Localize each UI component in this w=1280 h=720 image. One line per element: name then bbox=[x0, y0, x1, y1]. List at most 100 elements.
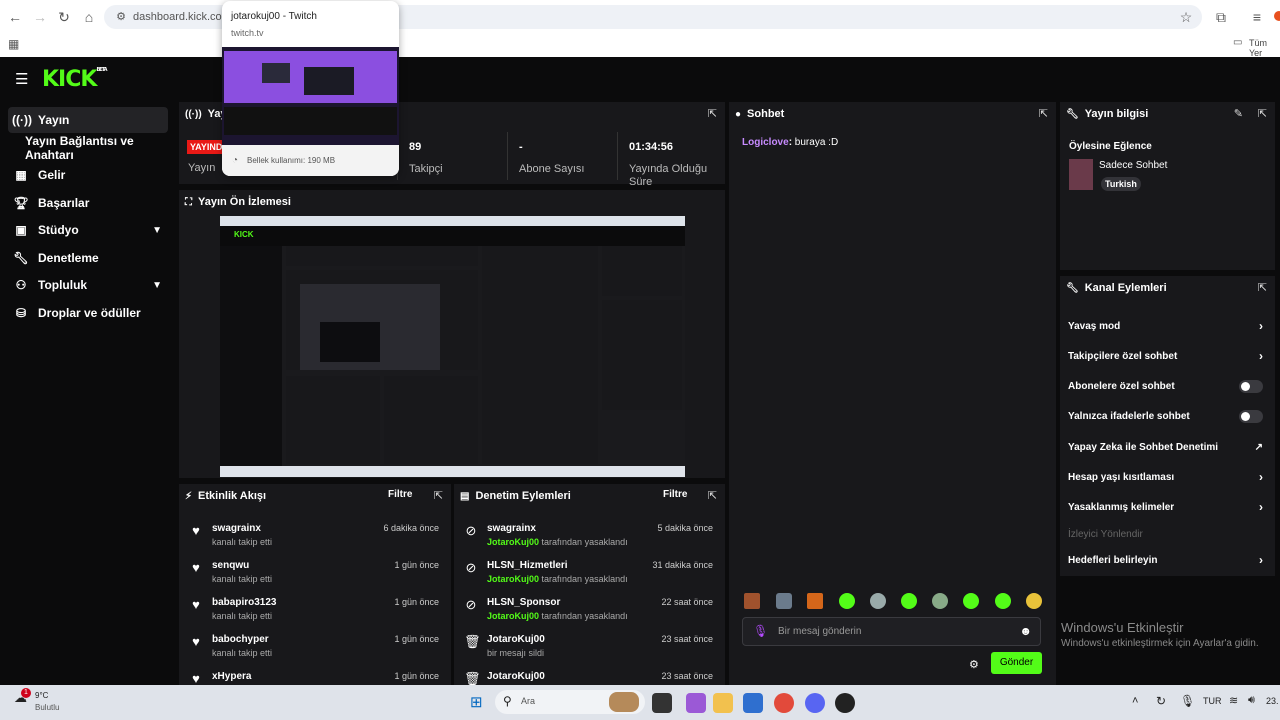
chat-input[interactable]: 🎙︎ Bir mesaj gönderin ☻ bbox=[742, 617, 1041, 646]
action-followers-only[interactable]: Takipçilere özel sohbet › bbox=[1060, 343, 1275, 369]
action-emotes-only: Yalnızca ifadelerle sohbet bbox=[1060, 403, 1275, 429]
popout-icon[interactable]: ⇱ bbox=[1039, 107, 1048, 120]
community-icon: ⚇ bbox=[15, 278, 27, 292]
emote-icon[interactable] bbox=[744, 593, 760, 609]
edit-icon[interactable]: ✎ bbox=[1234, 107, 1243, 120]
store-icon[interactable] bbox=[743, 693, 763, 713]
taskbar-search[interactable]: ⚲ Ara bbox=[495, 690, 645, 714]
emote-icon[interactable] bbox=[839, 593, 855, 609]
ban-icon: ⊘ bbox=[465, 523, 477, 538]
sidebar-item-basarilar[interactable]: 🏆︎ Başarılar bbox=[8, 190, 168, 216]
search-placeholder: Ara bbox=[521, 696, 536, 706]
sidebar-item-studyo[interactable]: ▣ Stüdyo ▼ bbox=[8, 217, 168, 243]
reload-icon[interactable]: ↻ bbox=[55, 8, 73, 26]
activity-feed-panel: ⚡︎ Etkinlik Akışı Filtre ⇱ ♥ swagrainx kana… bbox=[179, 484, 451, 685]
discord-icon[interactable] bbox=[805, 693, 825, 713]
menu-icon[interactable]: ☰ bbox=[15, 70, 28, 88]
emote-icon[interactable] bbox=[901, 593, 917, 609]
wifi-icon[interactable]: ≋ bbox=[1229, 694, 1238, 707]
emoji-icon[interactable]: ☻ bbox=[1019, 624, 1032, 638]
language-indicator[interactable]: TUR bbox=[1203, 696, 1222, 706]
studio-icon: ▣ bbox=[15, 223, 27, 237]
memory-icon: ◔ bbox=[232, 155, 239, 166]
emote-icon[interactable] bbox=[932, 593, 948, 609]
chevron-right-icon: › bbox=[1259, 319, 1263, 333]
popout-icon[interactable]: ⇱ bbox=[708, 107, 717, 120]
moderation-filter-button[interactable]: Filtre bbox=[663, 489, 687, 500]
action-raid: İzleyici Yönlendir bbox=[1068, 528, 1143, 540]
tray-chevron-icon[interactable]: ˄ bbox=[1132, 695, 1138, 707]
emote-icon[interactable] bbox=[870, 593, 886, 609]
file-explorer-icon[interactable] bbox=[713, 693, 733, 713]
reading-list-icon[interactable]: ≡ bbox=[1248, 8, 1266, 26]
profile-icon[interactable] bbox=[1274, 11, 1280, 21]
heart-icon: ♥ bbox=[192, 597, 200, 612]
activity-row: ♥ babapiro3123 kanalı takip etti 1 gün önce bbox=[179, 594, 451, 630]
clock[interactable]: 23. bbox=[1266, 696, 1279, 706]
microphone-icon[interactable]: 🎙︎ bbox=[1180, 694, 1195, 708]
stat-value-subs: - bbox=[519, 141, 523, 153]
sidebar-item-topluluk[interactable]: ⚇ Topluluk ▼ bbox=[8, 272, 168, 298]
emote-icon[interactable] bbox=[1026, 593, 1042, 609]
extensions-icon[interactable]: ⧉ bbox=[1212, 8, 1230, 26]
bookmark-star-icon[interactable]: ☆ bbox=[1177, 8, 1195, 26]
start-icon[interactable]: ⊞ bbox=[470, 693, 483, 711]
apps-grid-icon[interactable]: ▦ bbox=[8, 37, 19, 51]
action-banned-words[interactable]: Yasaklanmış kelimeler › bbox=[1060, 494, 1275, 520]
chevron-right-icon: › bbox=[1259, 553, 1263, 567]
emote-icon[interactable] bbox=[807, 593, 823, 609]
back-icon[interactable]: ← bbox=[6, 8, 24, 26]
copilot-icon[interactable] bbox=[686, 693, 706, 713]
bolt-icon: ⚡︎ bbox=[185, 490, 193, 502]
microphone-icon[interactable]: 🎙︎ bbox=[753, 624, 768, 638]
stream-preview-video[interactable]: KICK bbox=[220, 216, 685, 477]
obs-icon[interactable] bbox=[835, 693, 855, 713]
emote-icon[interactable] bbox=[995, 593, 1011, 609]
activity-filter-button[interactable]: Filtre bbox=[388, 489, 412, 500]
sidebar-item-yayin[interactable]: ((·)) Yayın bbox=[8, 107, 168, 133]
list-icon: ▤ bbox=[460, 490, 470, 502]
preview-icon: ⛶ bbox=[185, 196, 192, 208]
weather-desc: Bulutlu bbox=[35, 703, 60, 712]
send-button[interactable]: Gönder bbox=[991, 652, 1042, 674]
action-account-age[interactable]: Hesap yaşı kısıtlaması › bbox=[1060, 464, 1275, 490]
sync-icon[interactable]: ↻ bbox=[1156, 694, 1166, 708]
memory-usage: Bellek kullanımı: 190 MB bbox=[247, 156, 336, 165]
chrome-icon[interactable] bbox=[774, 693, 794, 713]
action-set-goals[interactable]: Hedefleri belirleyin › bbox=[1060, 547, 1275, 573]
chat-header: ● Sohbet bbox=[735, 108, 785, 120]
popout-icon[interactable]: ⇱ bbox=[434, 489, 443, 502]
sidebar-item-gelir[interactable]: ▦ Gelir bbox=[8, 162, 168, 188]
popout-icon[interactable]: ⇱ bbox=[1258, 281, 1267, 294]
subscribers-only-toggle[interactable] bbox=[1239, 379, 1263, 393]
chat-username[interactable]: Logiclove bbox=[742, 137, 789, 148]
search-highlight-icon bbox=[609, 692, 639, 712]
broadcast-icon: ((·)) bbox=[185, 108, 202, 120]
chat-bubble-icon: ● bbox=[735, 108, 742, 120]
sidebar-item-stream-key[interactable]: Yayın Bağlantısı ve Anahtarı bbox=[20, 134, 178, 162]
sidebar-item-denetleme[interactable]: 🔧︎ Denetleme bbox=[8, 245, 168, 271]
emote-icon[interactable] bbox=[963, 593, 979, 609]
stat-label-uptime: Yayında Olduğu Süre bbox=[629, 163, 708, 188]
site-info-icon[interactable]: ⚙ bbox=[112, 8, 130, 26]
popout-icon[interactable]: ⇱ bbox=[708, 489, 717, 502]
chevron-right-icon: › bbox=[1259, 349, 1263, 363]
popout-icon[interactable]: ⇱ bbox=[1258, 107, 1267, 120]
preview-header: ⛶ Yayın Ön İzlemesi bbox=[185, 196, 291, 208]
activity-row: ♥ xHypera 1 gün önce bbox=[179, 668, 451, 685]
bookmarks-bar: ▦ ▭ Tüm Yer bbox=[0, 33, 1280, 58]
home-icon[interactable]: ⌂ bbox=[80, 8, 98, 26]
kick-logo[interactable]: KICKBETA bbox=[42, 67, 108, 92]
emotes-only-toggle[interactable] bbox=[1239, 409, 1263, 423]
heart-icon: ♥ bbox=[192, 634, 200, 649]
action-ai-moderation[interactable]: Yapay Zeka ile Sohbet Denetimi ↗ bbox=[1060, 434, 1275, 460]
forward-icon[interactable]: → bbox=[31, 8, 49, 26]
stream-category: Sadece Sohbet bbox=[1099, 160, 1168, 171]
sidebar-item-droplar[interactable]: ⛁ Droplar ve ödüller bbox=[8, 300, 168, 326]
all-bookmarks-link[interactable]: Tüm Yer bbox=[1249, 38, 1280, 58]
volume-icon[interactable]: 🔊︎ bbox=[1248, 694, 1255, 707]
emote-icon[interactable] bbox=[776, 593, 792, 609]
chat-settings-icon[interactable]: ⚙ bbox=[969, 658, 979, 671]
task-view-icon[interactable] bbox=[652, 693, 672, 713]
action-slow-mode[interactable]: Yavaş mod › bbox=[1060, 313, 1275, 339]
